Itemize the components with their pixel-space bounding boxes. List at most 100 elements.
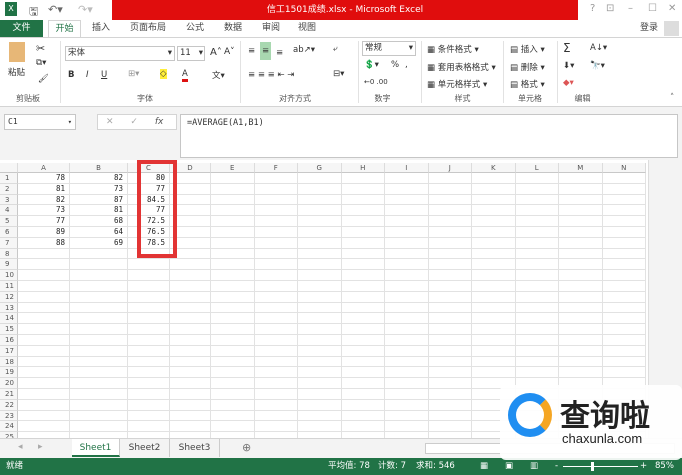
cell-j12[interactable] bbox=[428, 291, 472, 303]
cell-e17[interactable] bbox=[211, 345, 255, 357]
cell-i6[interactable] bbox=[385, 227, 429, 238]
cell-j14[interactable] bbox=[428, 313, 472, 325]
row-header[interactable]: 1 bbox=[0, 173, 18, 184]
cell-h6[interactable] bbox=[341, 227, 385, 238]
row-header[interactable]: 13 bbox=[0, 302, 18, 314]
row-header[interactable]: 22 bbox=[0, 399, 18, 411]
cell-d18[interactable] bbox=[170, 356, 211, 368]
cell-h17[interactable] bbox=[341, 345, 385, 357]
align-left-icon[interactable]: ≡ ≡ ≡ ⇤ ⇥ bbox=[248, 70, 294, 80]
cell-c14[interactable] bbox=[128, 313, 170, 325]
cell-i1[interactable] bbox=[385, 173, 429, 184]
cell-m16[interactable] bbox=[559, 335, 603, 346]
cell-h8[interactable] bbox=[341, 248, 385, 260]
cell-k1[interactable] bbox=[472, 173, 516, 184]
cell-a23[interactable] bbox=[18, 410, 70, 422]
cell-f1[interactable] bbox=[254, 173, 298, 184]
cell-a17[interactable] bbox=[18, 345, 70, 357]
cell-a19[interactable] bbox=[18, 367, 70, 379]
cell-a24[interactable] bbox=[18, 421, 70, 433]
cell-c18[interactable] bbox=[128, 356, 170, 368]
find-select-icon[interactable]: 🔭▾ bbox=[590, 61, 605, 71]
cell-n1[interactable] bbox=[602, 173, 646, 184]
cut-icon[interactable]: ✂ bbox=[36, 42, 45, 55]
cell-f4[interactable] bbox=[254, 205, 298, 217]
cell-i10[interactable] bbox=[385, 270, 429, 281]
column-header-h[interactable]: H bbox=[341, 163, 385, 173]
cell-d10[interactable] bbox=[170, 270, 211, 281]
cell-f14[interactable] bbox=[254, 313, 298, 325]
cell-n16[interactable] bbox=[602, 335, 646, 346]
cell-k8[interactable] bbox=[472, 248, 516, 260]
cell-g7[interactable] bbox=[298, 237, 342, 249]
cell-g11[interactable] bbox=[298, 281, 342, 292]
cell-k15[interactable] bbox=[472, 324, 516, 335]
cell-n8[interactable] bbox=[602, 248, 646, 260]
cell-a4[interactable]: 73 bbox=[18, 205, 70, 217]
cell-k12[interactable] bbox=[472, 291, 516, 303]
cell-j24[interactable] bbox=[428, 421, 472, 433]
add-sheet-icon[interactable]: ⊕ bbox=[242, 441, 251, 454]
cell-d19[interactable] bbox=[170, 367, 211, 379]
cell-j22[interactable] bbox=[428, 399, 472, 411]
cell-l12[interactable] bbox=[515, 291, 559, 303]
cell-e8[interactable] bbox=[211, 248, 255, 260]
enter-icon[interactable]: ✓ bbox=[130, 117, 138, 127]
tab-page-layout[interactable]: 页面布局 bbox=[124, 20, 172, 37]
row-header[interactable]: 12 bbox=[0, 291, 18, 303]
font-color-icon[interactable]: A bbox=[182, 69, 188, 82]
cell-g2[interactable] bbox=[298, 183, 342, 195]
cell-e24[interactable] bbox=[211, 421, 255, 433]
column-header-j[interactable]: J bbox=[428, 163, 472, 173]
cell-l16[interactable] bbox=[515, 335, 559, 346]
cell-m18[interactable] bbox=[559, 356, 603, 368]
cell-n5[interactable] bbox=[602, 216, 646, 227]
cell-h5[interactable] bbox=[341, 216, 385, 227]
cell-j17[interactable] bbox=[428, 345, 472, 357]
cell-k16[interactable] bbox=[472, 335, 516, 346]
cell-n10[interactable] bbox=[602, 270, 646, 281]
cell-m12[interactable] bbox=[559, 291, 603, 303]
cancel-icon[interactable]: ✕ bbox=[106, 117, 114, 127]
tab-review[interactable]: 审阅 bbox=[256, 20, 286, 37]
cell-e23[interactable] bbox=[211, 410, 255, 422]
tab-formulas[interactable]: 公式 bbox=[180, 20, 210, 37]
cell-m4[interactable] bbox=[559, 205, 603, 217]
cell-i17[interactable] bbox=[385, 345, 429, 357]
cell-g23[interactable] bbox=[298, 410, 342, 422]
cell-a22[interactable] bbox=[18, 399, 70, 411]
cell-m1[interactable] bbox=[559, 173, 603, 184]
cell-f24[interactable] bbox=[254, 421, 298, 433]
cell-f20[interactable] bbox=[254, 378, 298, 389]
cell-l15[interactable] bbox=[515, 324, 559, 335]
cell-j4[interactable] bbox=[428, 205, 472, 217]
percent-button[interactable]: % bbox=[391, 60, 399, 70]
cell-k7[interactable] bbox=[472, 237, 516, 249]
cell-f21[interactable] bbox=[254, 389, 298, 400]
cell-f17[interactable] bbox=[254, 345, 298, 357]
column-header-e[interactable]: E bbox=[211, 163, 255, 173]
cell-f2[interactable] bbox=[254, 183, 298, 195]
cell-a1[interactable]: 78 bbox=[18, 173, 70, 184]
cell-b15[interactable] bbox=[70, 324, 128, 335]
cell-g4[interactable] bbox=[298, 205, 342, 217]
cell-j7[interactable] bbox=[428, 237, 472, 249]
cell-i8[interactable] bbox=[385, 248, 429, 260]
cell-k3[interactable] bbox=[472, 194, 516, 206]
cell-a6[interactable]: 89 bbox=[18, 227, 70, 238]
cell-l8[interactable] bbox=[515, 248, 559, 260]
cell-j5[interactable] bbox=[428, 216, 472, 227]
wrap-text-icon[interactable]: ⤶ bbox=[333, 44, 338, 54]
cell-b13[interactable] bbox=[70, 302, 128, 314]
insert-function-icon[interactable]: fx bbox=[155, 117, 164, 127]
column-header-g[interactable]: G bbox=[298, 163, 342, 173]
cell-l11[interactable] bbox=[515, 281, 559, 292]
zoom-out-button[interactable]: - bbox=[555, 458, 558, 475]
cell-c19[interactable] bbox=[128, 367, 170, 379]
cell-i2[interactable] bbox=[385, 183, 429, 195]
cell-b19[interactable] bbox=[70, 367, 128, 379]
cell-d16[interactable] bbox=[170, 335, 211, 346]
cell-a11[interactable] bbox=[18, 281, 70, 292]
cell-n18[interactable] bbox=[602, 356, 646, 368]
cell-e6[interactable] bbox=[211, 227, 255, 238]
